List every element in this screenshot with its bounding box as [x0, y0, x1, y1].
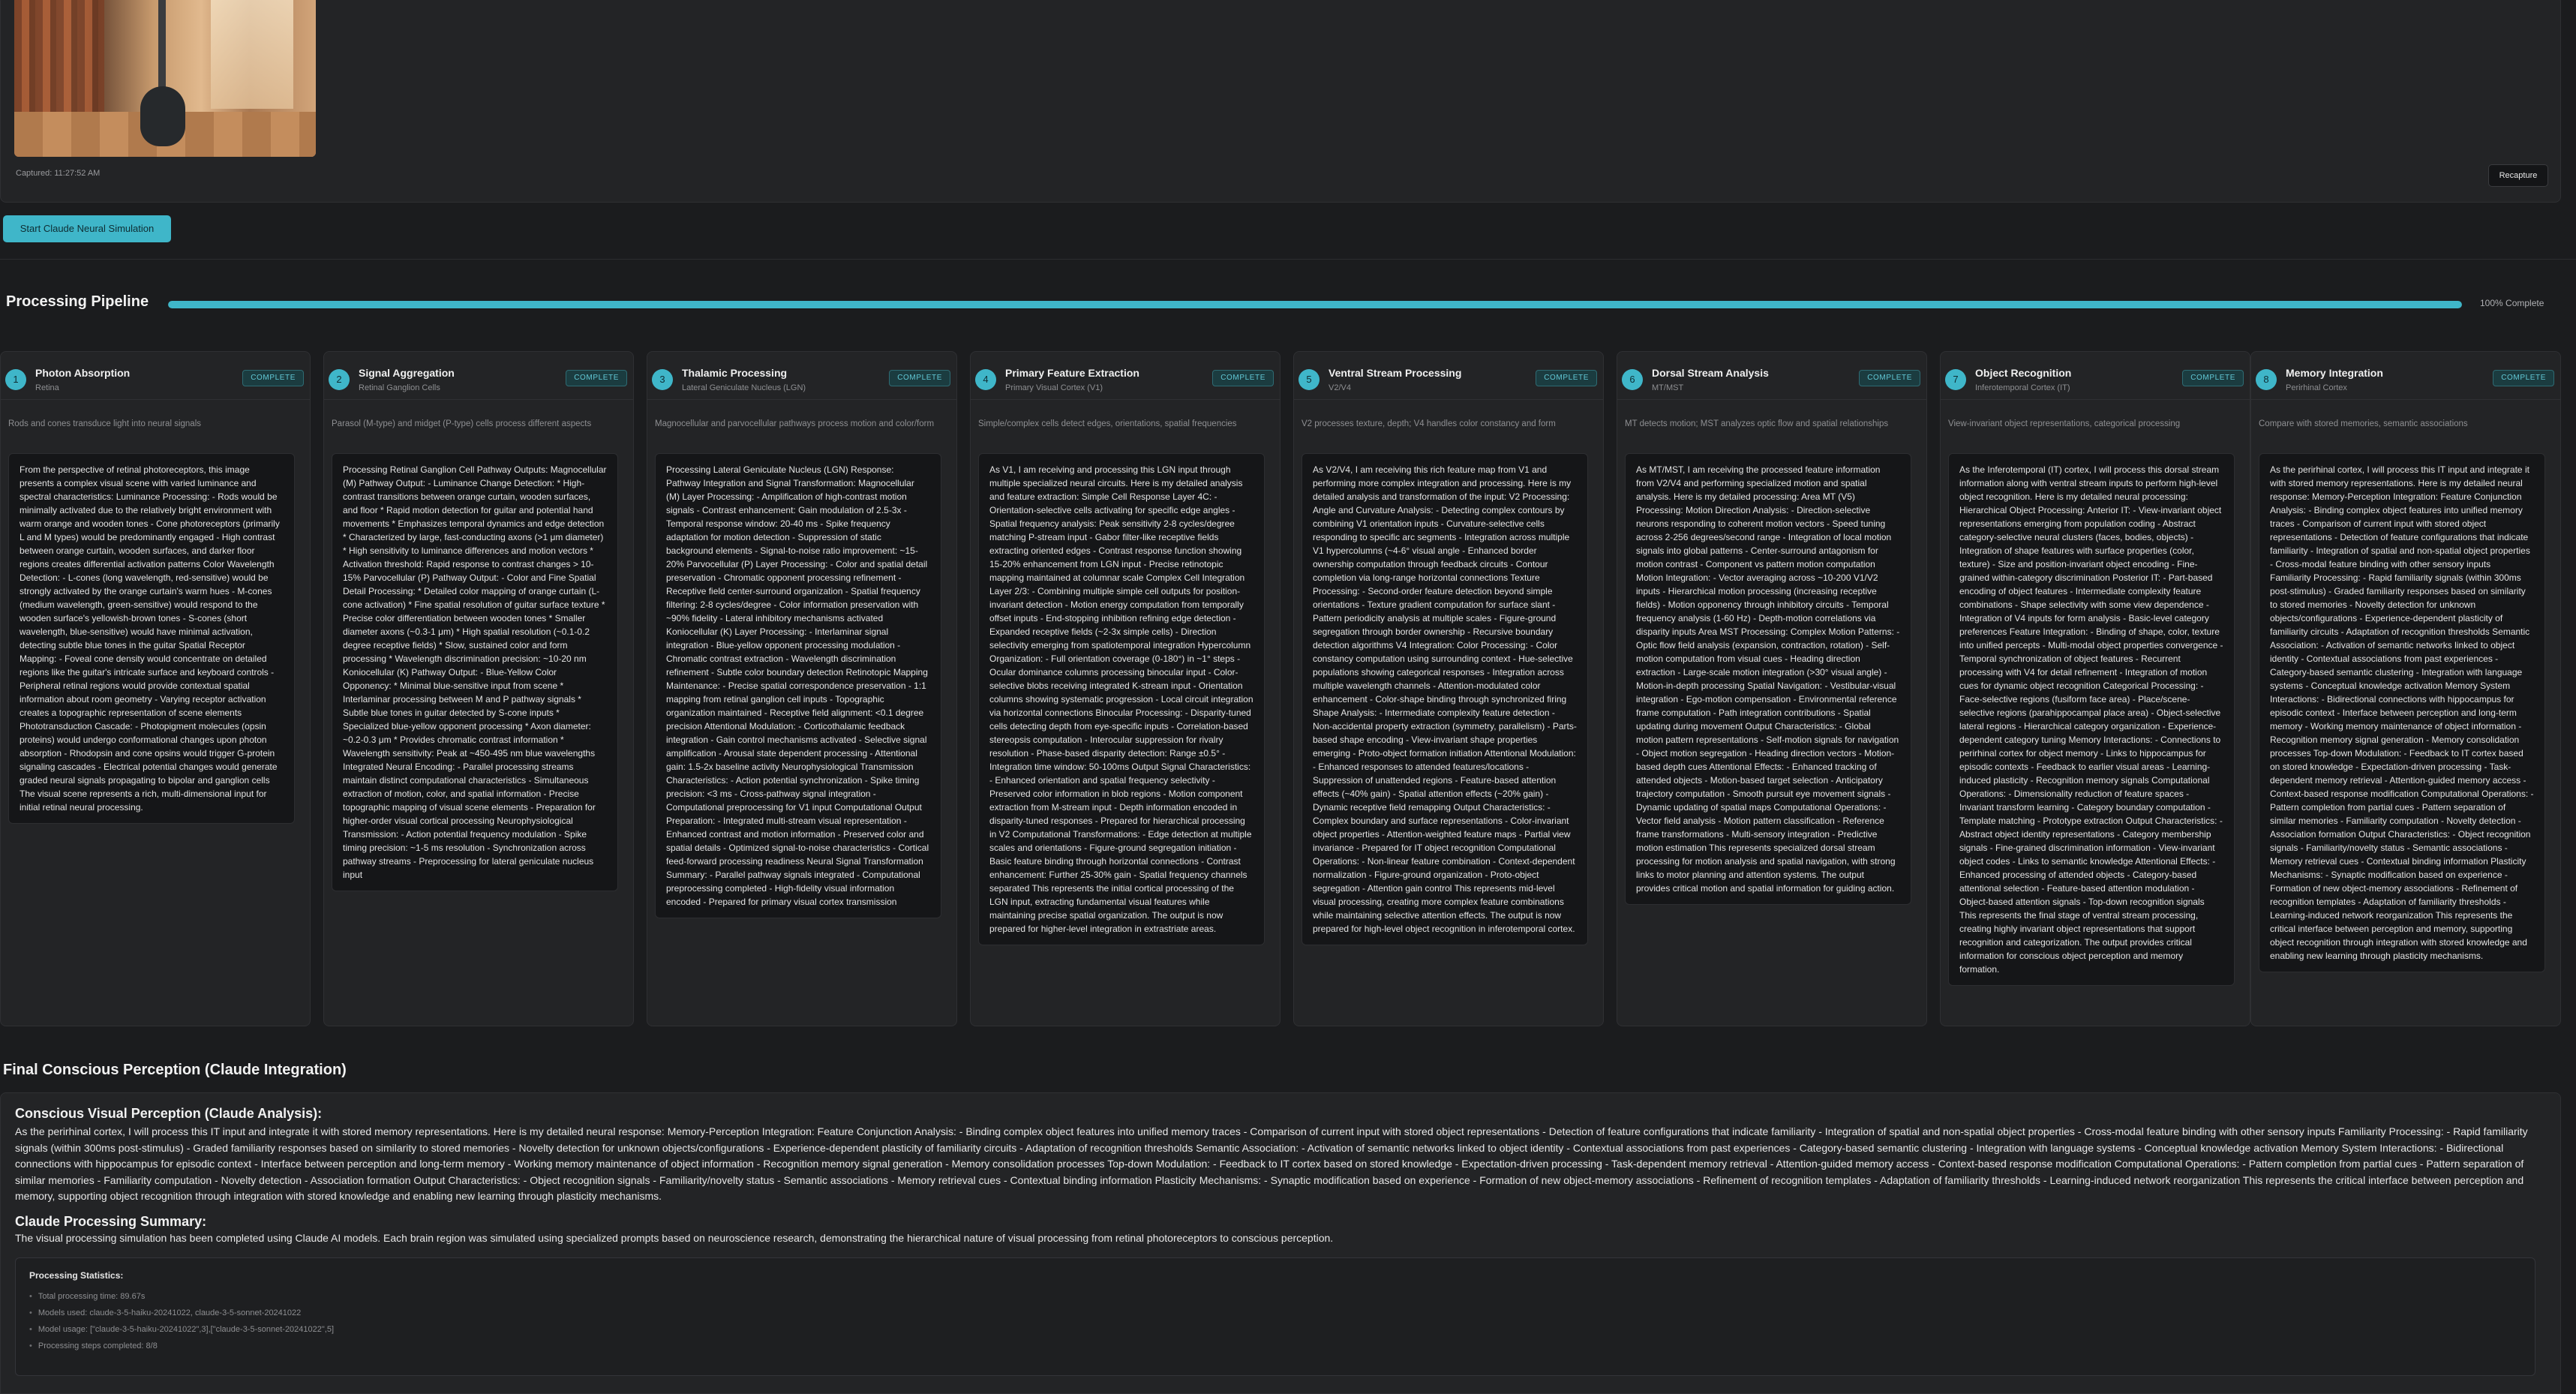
stage-description: Magnocellular and parvocellular pathways… — [655, 419, 935, 428]
stage-region: Inferotemporal Cortex (IT) — [1975, 383, 2070, 392]
stage-number: 4 — [975, 369, 996, 390]
stats-item: Models used: claude-3-5-haiku-20241022, … — [29, 1305, 334, 1321]
app-root: Captured: 11:27:52 AM Recapture Start Cl… — [0, 0, 2576, 1394]
stage-header: 2 Signal Aggregation Retinal Ganglion Ce… — [324, 352, 633, 400]
stage-number: 1 — [5, 369, 26, 390]
stage-region: Perirhinal Cortex — [2286, 383, 2347, 392]
stage-output: As the Inferotemporal (IT) cortex, I wil… — [1948, 453, 2235, 986]
stage-title: Photon Absorption — [35, 367, 131, 379]
stage-title: Ventral Stream Processing — [1329, 367, 1462, 379]
stats-item: Model usage: ["claude-3-5-haiku-20241022… — [29, 1321, 334, 1338]
stats-list: Total processing time: 89.67s Models use… — [29, 1288, 334, 1354]
pipeline-progress-label: 100% Complete — [2480, 298, 2544, 308]
stage-card-memory-integration: 8 Memory Integration Perirhinal Cortex C… — [2250, 351, 2561, 1026]
stage-title: Object Recognition — [1975, 367, 2072, 379]
stage-region: MT/MST — [1652, 383, 1684, 392]
status-badge: COMPLETE — [1212, 370, 1274, 386]
stage-region: V2/V4 — [1329, 383, 1351, 392]
capture-card: Captured: 11:27:52 AM Recapture — [0, 0, 2561, 203]
stage-header: 1 Photon Absorption Retina COMPLETE — [1, 352, 310, 400]
stage-number: 3 — [652, 369, 673, 390]
section-divider — [0, 259, 2576, 260]
stage-number: 5 — [1299, 369, 1320, 390]
stage-title: Memory Integration — [2286, 367, 2383, 379]
stage-region: Retina — [35, 383, 59, 392]
final-perception-title: Final Conscious Perception (Claude Integ… — [3, 1062, 347, 1078]
status-badge: COMPLETE — [242, 370, 304, 386]
status-badge: COMPLETE — [1536, 370, 1597, 386]
stage-title: Dorsal Stream Analysis — [1652, 367, 1769, 379]
pipeline-progress-bar — [168, 301, 2462, 308]
stage-number: 6 — [1622, 369, 1643, 390]
stage-description: MT detects motion; MST analyzes optic fl… — [1625, 419, 1889, 428]
stage-output: As V1, I am receiving and processing thi… — [978, 453, 1265, 945]
stage-card-ventral-stream: 5 Ventral Stream Processing V2/V4 COMPLE… — [1293, 351, 1604, 1026]
stage-description: Rods and cones transduce light into neur… — [8, 419, 201, 428]
stage-header: 4 Primary Feature Extraction Primary Vis… — [971, 352, 1280, 400]
status-badge: COMPLETE — [2493, 370, 2554, 386]
stage-description: Compare with stored memories, semantic a… — [2259, 419, 2468, 428]
stage-card-photon-absorption: 1 Photon Absorption Retina COMPLETE Rods… — [0, 351, 311, 1026]
stage-card-dorsal-stream: 6 Dorsal Stream Analysis MT/MST COMPLETE… — [1617, 351, 1927, 1026]
stage-region: Retinal Ganglion Cells — [359, 383, 440, 392]
stage-card-object-recognition: 7 Object Recognition Inferotemporal Cort… — [1940, 351, 2250, 1026]
status-badge: COMPLETE — [1859, 370, 1920, 386]
stage-card-thalamic-processing: 3 Thalamic Processing Lateral Geniculate… — [647, 351, 957, 1026]
pipeline-title: Processing Pipeline — [6, 293, 149, 310]
stage-number: 8 — [2256, 369, 2277, 390]
stage-description: V2 processes texture, depth; V4 handles … — [1302, 419, 1556, 428]
captured-image — [14, 0, 316, 157]
status-badge: COMPLETE — [566, 370, 627, 386]
stages-strip: 1 Photon Absorption Retina COMPLETE Rods… — [0, 351, 2561, 1026]
stage-description: Parasol (M-type) and midget (P-type) cel… — [332, 419, 592, 428]
stage-title: Primary Feature Extraction — [1005, 367, 1139, 379]
status-badge: COMPLETE — [2182, 370, 2244, 386]
stage-title: Signal Aggregation — [359, 367, 455, 379]
stage-output: As the perirhinal cortex, I will process… — [2259, 453, 2545, 972]
stats-item: Processing steps completed: 8/8 — [29, 1338, 334, 1354]
stage-header: 5 Ventral Stream Processing V2/V4 COMPLE… — [1294, 352, 1603, 400]
status-badge: COMPLETE — [889, 370, 950, 386]
conscious-perception-text: As the perirhinal cortex, I will process… — [15, 1125, 2528, 1202]
stage-output: As MT/MST, I am receiving the processed … — [1625, 453, 1911, 905]
pipeline-progress-fill — [168, 301, 2462, 308]
start-simulation-button[interactable]: Start Claude Neural Simulation — [3, 215, 171, 242]
stage-description: Simple/complex cells detect edges, orien… — [978, 419, 1237, 428]
stage-header: 8 Memory Integration Perirhinal Cortex C… — [2251, 352, 2560, 400]
processing-stats-box: Processing Statistics: Total processing … — [15, 1257, 2535, 1376]
stage-region: Primary Visual Cortex (V1) — [1005, 383, 1103, 392]
stage-header: 7 Object Recognition Inferotemporal Cort… — [1941, 352, 2250, 400]
stage-header: 6 Dorsal Stream Analysis MT/MST COMPLETE — [1617, 352, 1926, 400]
stage-output: Processing Retinal Ganglion Cell Pathway… — [332, 453, 618, 891]
stage-number: 2 — [329, 369, 350, 390]
stage-output: From the perspective of retinal photorec… — [8, 453, 295, 824]
recapture-button[interactable]: Recapture — [2488, 164, 2548, 187]
stage-card-signal-aggregation: 2 Signal Aggregation Retinal Ganglion Ce… — [323, 351, 634, 1026]
stage-output: As V2/V4, I am receiving this rich featu… — [1302, 453, 1588, 945]
stage-description: View-invariant object representations, c… — [1948, 419, 2181, 428]
stats-title: Processing Statistics: — [29, 1270, 124, 1281]
stats-item: Total processing time: 89.67s — [29, 1288, 334, 1305]
processing-summary-text: The visual processing simulation has bee… — [15, 1232, 1334, 1244]
stage-output: Processing Lateral Geniculate Nucleus (L… — [655, 453, 941, 918]
stage-title: Thalamic Processing — [682, 367, 788, 379]
stage-number: 7 — [1945, 369, 1966, 390]
processing-summary-heading: Claude Processing Summary: — [15, 1214, 207, 1229]
stage-region: Lateral Geniculate Nucleus (LGN) — [682, 383, 806, 392]
stage-card-primary-feature-extraction: 4 Primary Feature Extraction Primary Vis… — [970, 351, 1280, 1026]
stage-header: 3 Thalamic Processing Lateral Geniculate… — [647, 352, 956, 400]
capture-timestamp: Captured: 11:27:52 AM — [16, 169, 101, 178]
conscious-perception-heading: Conscious Visual Perception (Claude Anal… — [15, 1106, 323, 1121]
